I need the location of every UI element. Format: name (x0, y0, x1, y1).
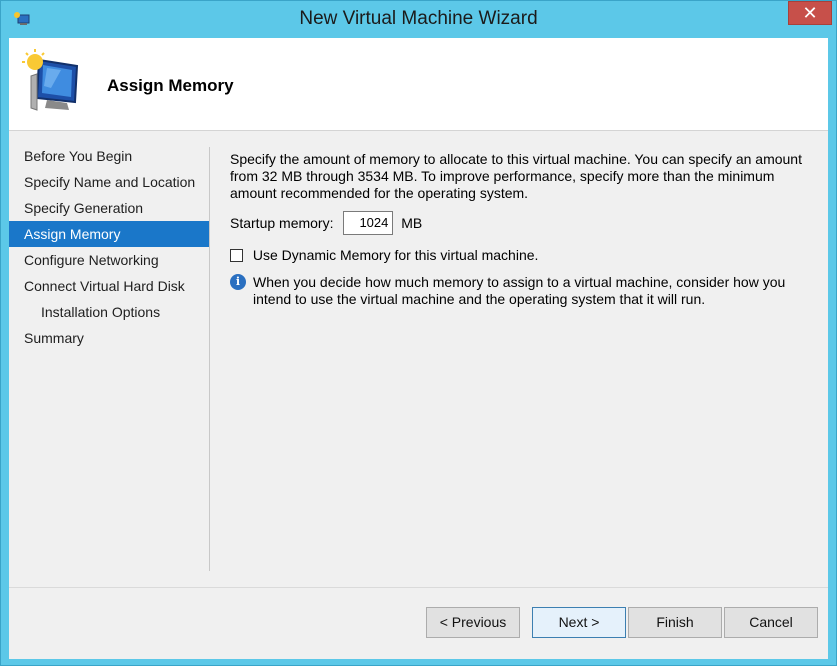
finish-button[interactable]: Finish (628, 607, 722, 638)
info-icon: i (230, 274, 246, 290)
page-title: Assign Memory (107, 76, 234, 95)
title-bar: New Virtual Machine Wizard ✕ (1, 1, 836, 38)
wizard-body: Before You Begin Specify Name and Locati… (9, 131, 828, 659)
startup-memory-label: Startup memory: (230, 215, 334, 232)
cancel-button[interactable]: Cancel (724, 607, 818, 638)
main-content: Specify the amount of memory to allocate… (230, 151, 810, 307)
nav-item-installation-options[interactable]: Installation Options (9, 299, 209, 325)
wizard-window: New Virtual Machine Wizard ✕ Assign Memo… (0, 0, 837, 666)
startup-memory-unit: MB (401, 215, 423, 232)
previous-button[interactable]: < Previous (426, 607, 520, 638)
next-button[interactable]: Next > (532, 607, 626, 638)
nav-item-specify-generation[interactable]: Specify Generation (9, 195, 209, 221)
startup-memory-row: Startup memory: 1024 MB (230, 209, 423, 236)
dynamic-memory-checkbox[interactable] (230, 248, 243, 262)
nav-item-summary[interactable]: Summary (9, 325, 209, 351)
nav-item-specify-name-and-location[interactable]: Specify Name and Location (9, 169, 209, 195)
nav-divider (209, 147, 210, 571)
memory-description: Specify the amount of memory to allocate… (230, 151, 802, 201)
wizard-steps-nav: Before You Begin Specify Name and Locati… (9, 143, 209, 351)
nav-item-connect-virtual-hard-disk[interactable]: Connect Virtual Hard Disk (9, 273, 209, 299)
wizard-header: Assign Memory (9, 38, 828, 131)
dynamic-memory-label[interactable]: Use Dynamic Memory for this virtual mach… (253, 246, 539, 264)
footer-divider (9, 587, 828, 588)
virtual-machine-icon (21, 48, 83, 114)
nav-item-configure-networking[interactable]: Configure Networking (9, 247, 209, 273)
startup-memory-input[interactable]: 1024 (343, 211, 394, 236)
window-title: New Virtual Machine Wizard (299, 8, 538, 29)
nav-item-assign-memory[interactable]: Assign Memory (9, 221, 209, 247)
dynamic-memory-row: Use Dynamic Memory for this virtual mach… (230, 245, 538, 263)
close-button[interactable]: ✕ (788, 1, 832, 25)
info-text: When you decide how much memory to assig… (253, 274, 786, 307)
nav-item-before-you-begin[interactable]: Before You Begin (9, 143, 209, 169)
info-note: i When you decide how much memory to ass… (230, 274, 810, 308)
